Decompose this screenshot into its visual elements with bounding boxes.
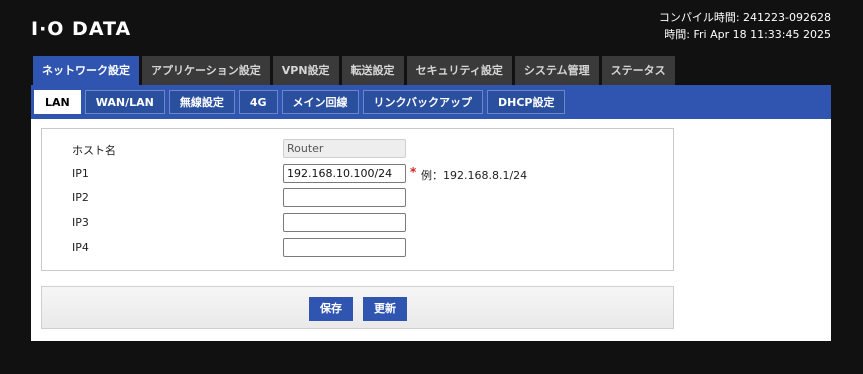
tab-network-settings[interactable]: ネットワーク設定 bbox=[33, 56, 139, 86]
subtab-link-backup[interactable]: リンクバックアップ bbox=[362, 90, 483, 114]
lan-settings-form: ホスト名 IP1 * 例：192.168.8.1/24 IP2 IP3 IP4 bbox=[41, 128, 674, 271]
tab-security-settings[interactable]: セキュリティ設定 bbox=[406, 56, 512, 85]
compile-time: コンパイル時間: 241223-092628 bbox=[658, 11, 831, 24]
content-panel: ホスト名 IP1 * 例：192.168.8.1/24 IP2 IP3 IP4 … bbox=[31, 119, 831, 341]
tab-system-management[interactable]: システム管理 bbox=[514, 56, 599, 85]
hostname-label: ホスト名 bbox=[72, 144, 116, 157]
subtab-4g[interactable]: 4G bbox=[238, 90, 278, 114]
subtab-main-line[interactable]: メイン回線 bbox=[281, 90, 359, 114]
ip2-row: IP2 bbox=[42, 188, 673, 208]
ip4-label: IP4 bbox=[72, 241, 89, 254]
subtab-lan[interactable]: LAN bbox=[34, 90, 81, 114]
main-tabs: ネットワーク設定 アプリケーション設定 VPN設定 転送設定 セキュリティ設定 … bbox=[33, 56, 678, 86]
tab-status[interactable]: ステータス bbox=[601, 56, 675, 85]
io-data-logo: I·O DATA bbox=[31, 18, 132, 40]
ip2-label: IP2 bbox=[72, 191, 89, 204]
save-button[interactable]: 保存 bbox=[309, 297, 353, 321]
header-info: コンパイル時間: 241223-092628 時間: Fri Apr 18 11… bbox=[659, 9, 831, 43]
sub-tab-bar: LAN WAN/LAN 無線設定 4G メイン回線 リンクバックアップ DHCP… bbox=[31, 85, 831, 119]
required-mark: * bbox=[410, 165, 417, 179]
ip1-hint: 例：192.168.8.1/24 bbox=[421, 169, 528, 182]
subtab-wireless-settings[interactable]: 無線設定 bbox=[168, 90, 235, 114]
tab-vpn-settings[interactable]: VPN設定 bbox=[272, 56, 339, 85]
subtab-wan-lan[interactable]: WAN/LAN bbox=[84, 90, 165, 114]
ip1-label: IP1 bbox=[72, 167, 89, 180]
hostname-field bbox=[283, 139, 406, 158]
ip1-row: IP1 * 例：192.168.8.1/24 bbox=[42, 164, 673, 184]
current-time: 時間: Fri Apr 18 11:33:45 2025 bbox=[664, 28, 831, 41]
tab-forwarding-settings[interactable]: 転送設定 bbox=[341, 56, 404, 85]
tab-application-settings[interactable]: アプリケーション設定 bbox=[142, 56, 270, 85]
ip3-row: IP3 bbox=[42, 213, 673, 233]
refresh-button[interactable]: 更新 bbox=[363, 297, 407, 321]
ip2-field[interactable] bbox=[283, 188, 406, 207]
ip3-field[interactable] bbox=[283, 213, 406, 232]
ip4-field[interactable] bbox=[283, 238, 406, 257]
subtab-dhcp-settings[interactable]: DHCP設定 bbox=[486, 90, 566, 114]
ip3-label: IP3 bbox=[72, 216, 89, 229]
hostname-row: ホスト名 bbox=[42, 139, 673, 159]
sub-tabs: LAN WAN/LAN 無線設定 4G メイン回線 リンクバックアップ DHCP… bbox=[34, 90, 569, 114]
ip1-field[interactable] bbox=[283, 164, 406, 183]
button-bar: 保存 更新 bbox=[41, 286, 674, 329]
ip4-row: IP4 bbox=[42, 238, 673, 258]
